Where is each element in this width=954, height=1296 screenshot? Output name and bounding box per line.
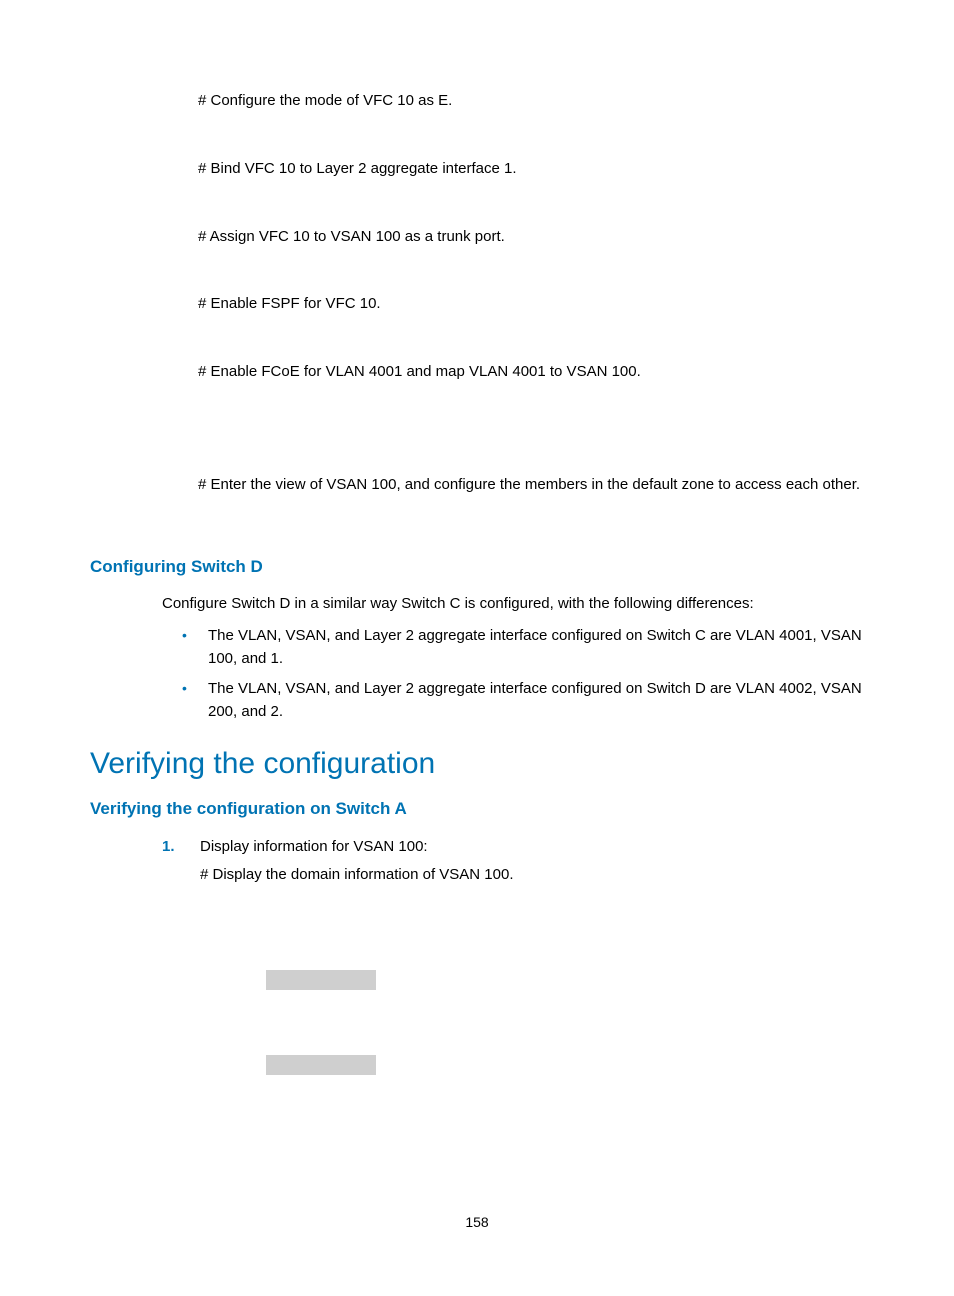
section-heading-switch-d: Configuring Switch D	[90, 557, 864, 577]
list-item-subtext: # Display the domain information of VSAN…	[200, 863, 864, 886]
config-step: # Assign VFC 10 to VSAN 100 as a trunk p…	[198, 226, 864, 248]
redacted-bar	[266, 970, 376, 990]
bullet-list: The VLAN, VSAN, and Layer 2 aggregate in…	[180, 625, 864, 723]
ordered-list: 1. Display information for VSAN 100: # D…	[162, 835, 864, 886]
list-item: The VLAN, VSAN, and Layer 2 aggregate in…	[180, 625, 864, 670]
page-content: # Configure the mode of VFC 10 as E. # B…	[0, 0, 954, 1080]
config-step: # Bind VFC 10 to Layer 2 aggregate inter…	[198, 158, 864, 180]
paragraph: Configure Switch D in a similar way Swit…	[162, 593, 864, 616]
config-step: # Enable FSPF for VFC 10.	[198, 293, 864, 315]
config-step: # Enter the view of VSAN 100, and config…	[198, 473, 864, 497]
page-number: 158	[0, 1214, 954, 1230]
list-item-text: Display information for VSAN 100:	[200, 838, 428, 855]
section-heading-verifying: Verifying the configuration	[90, 747, 864, 781]
config-step: # Enable FCoE for VLAN 4001 and map VLAN…	[198, 361, 864, 383]
redacted-block	[266, 970, 864, 995]
list-item: The VLAN, VSAN, and Layer 2 aggregate in…	[180, 678, 864, 723]
list-item: 1. Display information for VSAN 100: # D…	[162, 835, 864, 886]
list-number: 1.	[162, 835, 175, 858]
section-heading-verifying-switch-a: Verifying the configuration on Switch A	[90, 799, 864, 819]
redacted-bar	[266, 1055, 376, 1075]
redacted-block	[266, 1055, 864, 1080]
config-step: # Configure the mode of VFC 10 as E.	[198, 90, 864, 112]
